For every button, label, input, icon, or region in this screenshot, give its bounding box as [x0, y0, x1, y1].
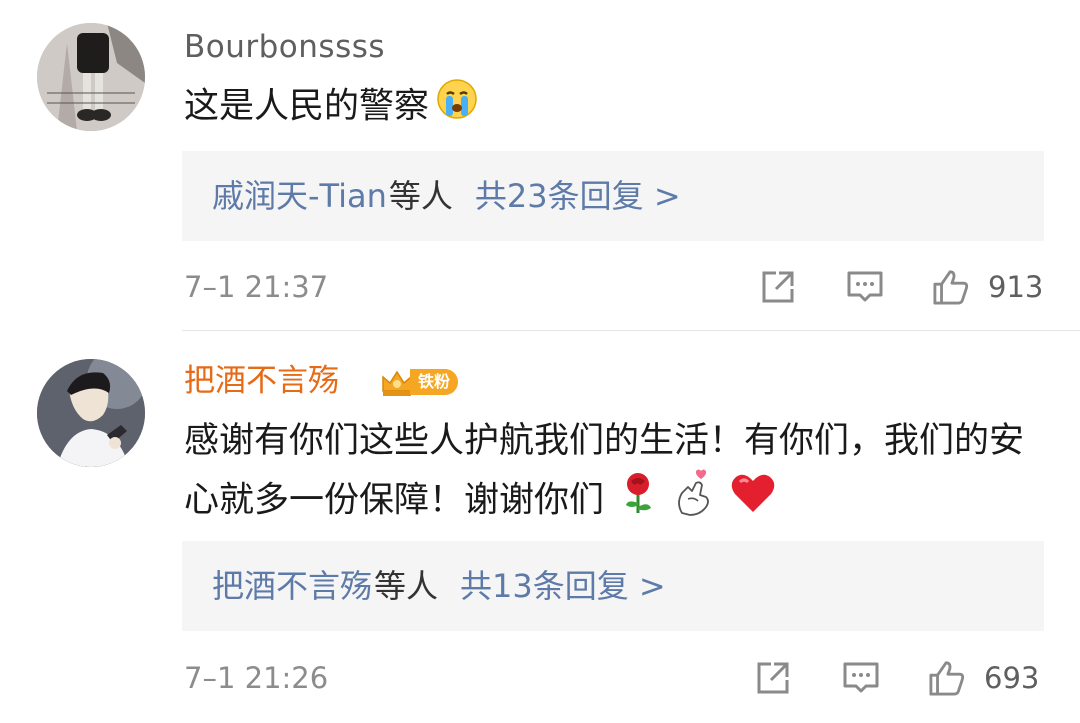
- timestamp: 7–1 21:37: [184, 270, 329, 304]
- reply-count-link[interactable]: 共13条回复 >: [460, 567, 666, 605]
- fan-badge[interactable]: 铁粉: [380, 366, 459, 398]
- comment-meta: 7–1 21:26 693: [0, 658, 1080, 698]
- reply-count-link[interactable]: 共23条回复 >: [475, 177, 681, 215]
- comment-text: 感谢有你们这些人护航我们的生活！有你们，我们的安心就多一份保障！谢谢你们: [184, 413, 1044, 534]
- comment-text: 这是人民的警察: [184, 77, 1044, 138]
- red-heart-emoji-icon: [730, 472, 776, 531]
- reply-summary-line: 把酒不言殇等人 共13条回复 >: [212, 541, 666, 631]
- comment-icon[interactable]: [842, 660, 880, 696]
- like-icon[interactable]: [932, 269, 970, 305]
- crown-icon: [382, 370, 412, 396]
- comment-icon[interactable]: [846, 269, 884, 305]
- avatar-image: [37, 23, 145, 131]
- rose-emoji-icon: [618, 471, 658, 532]
- like-icon[interactable]: [928, 660, 966, 696]
- avatar[interactable]: [37, 359, 145, 467]
- username[interactable]: 把酒不言殇: [184, 361, 339, 401]
- like-count: 693: [984, 661, 1040, 695]
- timestamp: 7–1 21:26: [184, 661, 329, 695]
- comment-body: 感谢有你们这些人护航我们的生活！有你们，我们的安心就多一份保障！谢谢你们: [184, 421, 1025, 521]
- reply-etc: 等人: [374, 567, 439, 605]
- reply-etc: 等人: [388, 177, 453, 215]
- like-count: 913: [988, 270, 1044, 304]
- comment-item: 把酒不言殇 铁粉 感谢有你们这些人护航我们的生活！有你们，我们的安心就多一份保障…: [0, 331, 1080, 723]
- reply-summary[interactable]: 把酒不言殇等人 共13条回复 >: [182, 541, 1044, 631]
- reply-names[interactable]: 把酒不言殇: [212, 567, 372, 605]
- avatar-image: [37, 359, 145, 467]
- crying-face-emoji-icon: [435, 77, 479, 138]
- comment-body: 这是人民的警察: [184, 86, 430, 127]
- share-icon[interactable]: [754, 660, 792, 696]
- reply-summary-line: 戚润天-Tian等人 共23条回复 >: [212, 151, 681, 241]
- reply-summary[interactable]: 戚润天-Tian等人 共23条回复 >: [182, 151, 1044, 241]
- finger-heart-emoji-icon: [672, 469, 716, 534]
- share-icon[interactable]: [759, 269, 797, 305]
- avatar[interactable]: [37, 23, 145, 131]
- comment-meta: 7–1 21:37 913: [0, 267, 1080, 307]
- badge-label: 铁粉: [410, 369, 459, 395]
- comment-item: Bourbonssss 这是人民的警察 戚润天-Tian等人 共23条回复 > 7…: [0, 0, 1080, 330]
- reply-names[interactable]: 戚润天-Tian: [212, 177, 387, 215]
- username[interactable]: Bourbonssss: [184, 27, 385, 67]
